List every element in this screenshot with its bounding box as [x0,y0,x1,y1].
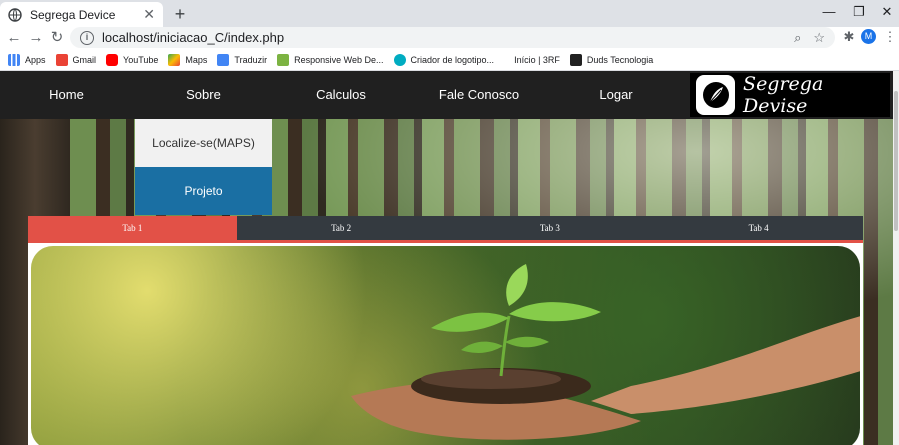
maps-icon [168,53,181,66]
dropdown-item-localize-se[interactable]: Localize-se(MAPS) [135,119,272,167]
bookmark-responsive-web[interactable]: Responsive Web De... [277,53,384,66]
bookmark-youtube[interactable]: YouTube [106,53,158,66]
reload-icon[interactable]: ↻ [47,28,67,48]
apps-grid-icon [8,53,20,66]
dropdown-item-projeto[interactable]: Projeto [135,167,272,215]
page-scrollbar[interactable] [893,71,899,445]
close-window-button[interactable]: ✕ [870,0,899,27]
site-logo[interactable]: Segrega Devise [690,73,890,117]
tab-1[interactable]: Tab 1 [28,216,237,240]
feather-logo-icon [696,75,736,115]
bookmark-star-icon[interactable]: ☆ [813,30,825,46]
browser-tab[interactable]: Segrega Device ✕ [0,2,163,27]
tab-content-card [28,243,863,445]
globe-icon [8,7,22,22]
browser-tab-strip: Segrega Device ✕ + — ❐ ✕ [0,0,899,27]
scrollbar-thumb[interactable] [894,91,898,231]
close-tab-icon[interactable]: ✕ [143,6,155,23]
gmail-icon [55,53,68,66]
new-tab-button[interactable]: + [170,4,190,24]
profile-avatar[interactable]: M [861,29,876,44]
seedling-in-hands-image [31,246,860,445]
bookmark-gmail[interactable]: Gmail [55,53,96,66]
forward-icon[interactable]: → [26,28,46,48]
bookmark-traduzir[interactable]: Traduzir [217,53,267,66]
extensions-icon[interactable]: ✱ [840,28,858,46]
minimize-button[interactable]: — [812,0,846,27]
tab-2[interactable]: Tab 2 [236,216,446,240]
bookmark-duds-tecnologia[interactable]: Duds Tecnologia [569,53,653,66]
tab-3[interactable]: Tab 3 [445,216,655,240]
bookmarks-bar: Apps Gmail YouTube Maps Traduzir Respons… [0,49,899,71]
web-icon [277,53,290,66]
bookmark-inicio-3rf[interactable]: Início | 3RF [514,55,560,65]
duds-icon [569,53,582,66]
browser-tab-title: Segrega Device [30,7,116,22]
menu-icon[interactable]: ⋮ [881,28,899,46]
page-viewport: Home Sobre Calculos Fale Conosco Logar S… [0,71,893,445]
zoom-icon[interactable]: ⌕ [794,30,801,46]
site-navbar: Home Sobre Calculos Fale Conosco Logar S… [0,71,893,119]
brand-name: Segrega Devise [743,73,824,117]
address-bar[interactable]: i localhost/iniciacao_C/index.php ⌕ ☆ [70,27,835,48]
content-tabs: Tab 1 Tab 2 Tab 3 Tab 4 [28,216,863,240]
youtube-icon [106,53,119,66]
bookmark-criador-logotipo[interactable]: Criador de logotipo... [393,53,494,66]
logo-maker-icon [393,53,406,66]
tab-4[interactable]: Tab 4 [654,216,863,240]
bookmark-apps[interactable]: Apps [8,53,46,66]
bookmark-maps[interactable]: Maps [168,53,207,66]
site-info-icon[interactable]: i [80,30,94,45]
nav-calculos[interactable]: Calculos [280,71,402,119]
sobre-dropdown-menu: Localize-se(MAPS) Projeto [135,119,272,215]
back-icon[interactable]: ← [4,28,24,48]
nav-logar[interactable]: Logar [560,71,672,119]
nav-home[interactable]: Home [20,71,113,119]
nav-fale-conosco[interactable]: Fale Conosco [420,71,538,119]
browser-toolbar: ← → ↻ i localhost/iniciacao_C/index.php … [0,27,899,49]
nav-sobre[interactable]: Sobre [135,71,272,119]
url-text[interactable]: localhost/iniciacao_C/index.php [102,30,782,45]
translate-icon [217,53,230,66]
